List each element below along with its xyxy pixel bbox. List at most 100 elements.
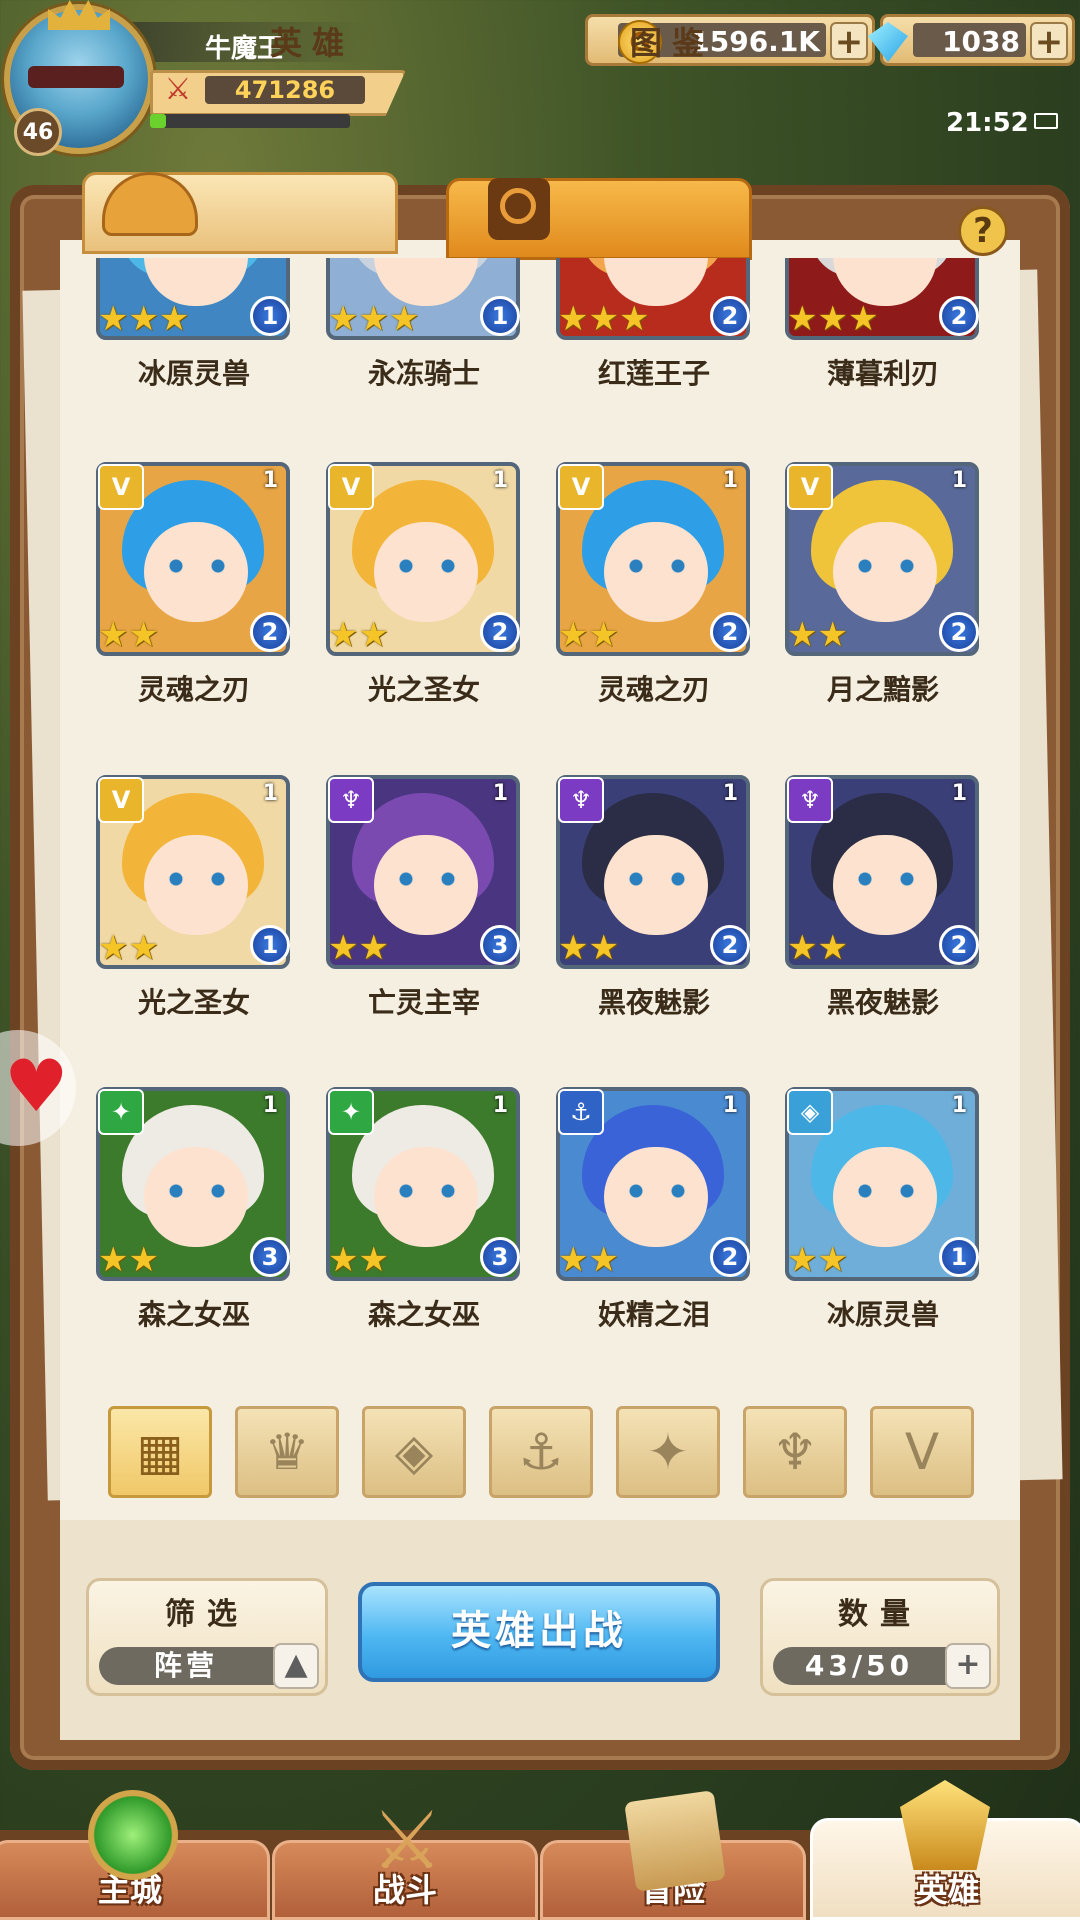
nav-heroes-label: 英雄 bbox=[915, 1871, 980, 1909]
star-rating: ★★ bbox=[558, 615, 619, 655]
star-rating: ★★★ bbox=[558, 299, 650, 339]
hero-name: 光之圣女 bbox=[137, 986, 250, 1019]
hero-name: 薄暮利刃 bbox=[826, 357, 939, 390]
hero-rank-number: 1 bbox=[951, 781, 967, 806]
hero-rank-number: 1 bbox=[262, 468, 278, 493]
chevron-up-icon[interactable]: ▲ bbox=[273, 1643, 319, 1689]
scroll-map-icon bbox=[624, 1790, 726, 1892]
hero-card[interactable]: V 1 ★★ 2 灵魂之刃 bbox=[96, 462, 292, 706]
filter-wing-icon[interactable]: V bbox=[870, 1406, 974, 1498]
faction-icon: V bbox=[787, 464, 833, 510]
hero-card[interactable]: ✦ 1 ★★ 3 森之女巫 bbox=[96, 1087, 292, 1331]
faction-icon: ✦ bbox=[98, 1089, 144, 1135]
hero-grid: ★★★ 1 冰原灵兽 ★★★ 1 永冻骑士 ★★★ 2 红莲王子 ★★★ 2 薄暮利刃 V 1 ★★ 2 灵魂之… bbox=[60, 258, 1020, 1358]
tab-heroes-label: 英雄 bbox=[270, 24, 355, 62]
hero-name: 永冻骑士 bbox=[367, 357, 480, 390]
hero-rank-number: 1 bbox=[951, 1093, 967, 1118]
star-rating: ★★★ bbox=[98, 299, 190, 339]
player-level-badge: 46 bbox=[14, 108, 62, 156]
hero-rank-number: 1 bbox=[722, 468, 738, 493]
star-rating: ★★ bbox=[98, 1240, 159, 1280]
hero-card[interactable]: ✦ 1 ★★ 3 森之女巫 bbox=[326, 1087, 522, 1331]
hero-name: 妖精之泪 bbox=[597, 1298, 710, 1331]
hero-level-badge: 2 bbox=[250, 612, 290, 652]
filter-beast-icon[interactable]: ✦ bbox=[616, 1406, 720, 1498]
combat-power-value: 471286 bbox=[205, 76, 365, 104]
hero-name: 黑夜魅影 bbox=[826, 986, 939, 1019]
hero-card[interactable]: ♆ 1 ★★ 3 亡灵主宰 bbox=[326, 775, 522, 1019]
help-button[interactable]: ? bbox=[958, 206, 1008, 256]
hero-rank-number: 1 bbox=[492, 468, 508, 493]
hero-level-badge: 3 bbox=[480, 1237, 520, 1277]
faction-icon: ♆ bbox=[787, 777, 833, 823]
filter-diamond-icon[interactable]: ◈ bbox=[362, 1406, 466, 1498]
star-rating: ★★★ bbox=[787, 299, 879, 339]
gem-value: 1038 bbox=[942, 25, 1020, 58]
hero-rank-number: 1 bbox=[722, 1093, 738, 1118]
count-display: 43/50 + bbox=[773, 1643, 991, 1689]
faction-icon: ◈ bbox=[787, 1089, 833, 1135]
hero-card[interactable]: ★★★ 1 永冻骑士 bbox=[326, 258, 522, 390]
hero-name: 森之女巫 bbox=[137, 1298, 250, 1331]
hero-name: 红莲王子 bbox=[597, 357, 710, 390]
hero-name: 灵魂之刃 bbox=[137, 673, 250, 706]
hero-level-badge: 2 bbox=[710, 925, 750, 965]
hero-rank-number: 1 bbox=[262, 1093, 278, 1118]
tab-codex-label: 图鉴 bbox=[630, 24, 715, 62]
hero-level-badge: 2 bbox=[710, 296, 750, 336]
hero-level-badge: 2 bbox=[710, 612, 750, 652]
hero-card[interactable]: ♆ 1 ★★ 2 黑夜魅影 bbox=[785, 775, 981, 1019]
star-rating: ★★ bbox=[328, 1240, 389, 1280]
hero-level-badge: 2 bbox=[939, 612, 979, 652]
star-rating: ★★ bbox=[787, 928, 848, 968]
filter-crown-icon[interactable]: ♛ bbox=[235, 1406, 339, 1498]
hero-card[interactable]: ★★★ 2 薄暮利刃 bbox=[785, 258, 981, 390]
filter-value: 阵营 bbox=[153, 1649, 218, 1682]
faction-icon: V bbox=[558, 464, 604, 510]
hero-card[interactable]: V 1 ★★ 2 灵魂之刃 bbox=[556, 462, 752, 706]
star-rating: ★★ bbox=[98, 928, 159, 968]
star-rating: ★★ bbox=[558, 1240, 619, 1280]
gem-counter: 1038 + bbox=[880, 14, 1075, 66]
hero-count-panel: 数量 43/50 + bbox=[760, 1578, 1000, 1696]
filter-select[interactable]: 阵营 ▲ bbox=[99, 1643, 319, 1689]
hero-card[interactable]: V 1 ★★ 2 月之黯影 bbox=[785, 462, 981, 706]
avatar-blindfold bbox=[28, 66, 124, 88]
hero-rank-number: 1 bbox=[262, 781, 278, 806]
hero-card[interactable]: ★★★ 2 红莲王子 bbox=[556, 258, 752, 390]
crossed-swords-nav-icon: ⚔ bbox=[371, 1794, 443, 1887]
hero-name: 灵魂之刃 bbox=[597, 673, 710, 706]
hero-name: 光之圣女 bbox=[367, 673, 480, 706]
filter-grid-icon[interactable]: ▦ bbox=[108, 1406, 212, 1498]
hero-card[interactable]: ★★★ 1 冰原灵兽 bbox=[96, 258, 292, 390]
add-gold-button[interactable]: + bbox=[830, 22, 868, 60]
hero-level-badge: 1 bbox=[250, 925, 290, 965]
expand-capacity-button[interactable]: + bbox=[945, 1643, 991, 1689]
deploy-heroes-button[interactable]: 英雄出战 bbox=[358, 1582, 720, 1682]
hero-level-badge: 1 bbox=[250, 296, 290, 336]
faction-icon: V bbox=[98, 777, 144, 823]
star-rating: ★★ bbox=[328, 615, 389, 655]
count-title: 数量 bbox=[838, 1597, 922, 1632]
hero-rank-number: 1 bbox=[492, 781, 508, 806]
filter-horns-icon[interactable]: ♆ bbox=[743, 1406, 847, 1498]
faction-icon: V bbox=[98, 464, 144, 510]
hero-card[interactable]: V 1 ★★ 1 光之圣女 bbox=[96, 775, 292, 1019]
hero-card[interactable]: ⚓ 1 ★★ 2 妖精之泪 bbox=[556, 1087, 752, 1331]
filter-panel: 筛选 阵营 ▲ bbox=[86, 1578, 328, 1696]
hero-card[interactable]: ◈ 1 ★★ 1 冰原灵兽 bbox=[785, 1087, 981, 1331]
xp-bar bbox=[150, 114, 350, 128]
hero-rank-number: 1 bbox=[722, 781, 738, 806]
filter-title: 筛选 bbox=[165, 1597, 249, 1632]
hero-name: 冰原灵兽 bbox=[826, 1298, 939, 1331]
hero-card[interactable]: V 1 ★★ 2 光之圣女 bbox=[326, 462, 522, 706]
hero-name: 黑夜魅影 bbox=[597, 986, 710, 1019]
faction-icon: ⚓ bbox=[558, 1089, 604, 1135]
faction-icon: V bbox=[328, 464, 374, 510]
faction-icon: ✦ bbox=[328, 1089, 374, 1135]
faction-icon: ♆ bbox=[558, 777, 604, 823]
add-gems-button[interactable]: + bbox=[1030, 22, 1068, 60]
filter-anchor-icon[interactable]: ⚓ bbox=[489, 1406, 593, 1498]
hero-card[interactable]: ♆ 1 ★★ 2 黑夜魅影 bbox=[556, 775, 752, 1019]
hero-name: 月之黯影 bbox=[826, 673, 939, 706]
